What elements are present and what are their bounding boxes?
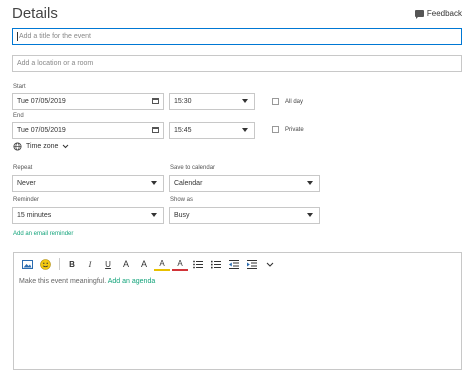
chevron-down-icon (151, 213, 157, 217)
start-label: Start (13, 84, 26, 90)
calendar-icon (152, 127, 159, 133)
highlight-button[interactable]: A (154, 257, 170, 271)
start-time-select[interactable]: 15:30 (169, 93, 255, 110)
font-size-button[interactable]: A (118, 256, 134, 272)
show-as-value: Busy (174, 212, 190, 219)
all-day-checkbox[interactable] (272, 98, 279, 105)
private-checkbox[interactable] (272, 126, 279, 133)
end-time-value: 15:45 (174, 127, 192, 134)
editor-placeholder: Make this event meaningful. (19, 278, 107, 285)
reminder-select[interactable]: 15 minutes (12, 207, 164, 224)
start-time-value: 15:30 (174, 98, 192, 105)
editor-body-text: Make this event meaningful. Add an agend… (19, 278, 155, 285)
grow-font-button[interactable]: A (136, 256, 152, 272)
event-body-editor[interactable]: B I U A A A A Make this event meaningful… (13, 252, 462, 370)
text-caret (17, 32, 18, 41)
insert-image-button[interactable] (19, 256, 35, 272)
font-color-button[interactable]: A (172, 257, 188, 271)
decrease-indent-button[interactable] (226, 256, 242, 272)
repeat-label: Repeat (13, 165, 33, 171)
time-zone-label: Time zone (26, 143, 59, 150)
outdent-icon (229, 259, 239, 269)
feedback-label: Feedback (426, 9, 462, 18)
increase-indent-button[interactable] (244, 256, 260, 272)
emoji-icon (39, 258, 51, 270)
insert-emoji-button[interactable] (37, 256, 53, 272)
all-day-label: All day (285, 99, 304, 105)
show-as-select[interactable]: Busy (169, 207, 320, 224)
reminder-value: 15 minutes (17, 212, 52, 219)
end-time-select[interactable]: 15:45 (169, 122, 255, 139)
event-title-placeholder: Add a title for the event (19, 33, 91, 40)
chevron-down-icon (307, 181, 313, 185)
globe-icon (13, 142, 22, 151)
chevron-down-icon (63, 144, 69, 149)
underline-button[interactable]: U (100, 256, 116, 272)
italic-button[interactable]: I (82, 256, 98, 272)
toolbar-divider (59, 258, 60, 270)
repeat-value: Never (17, 180, 36, 187)
editor-toolbar: B I U A A A A (14, 253, 461, 275)
end-date-picker[interactable]: Tue 07/05/2019 (12, 122, 164, 139)
end-date-value: Tue 07/05/2019 (17, 127, 66, 134)
save-to-calendar-select[interactable]: Calendar (169, 175, 320, 192)
chevron-down-icon (242, 99, 248, 103)
page-title: Details (12, 5, 58, 22)
show-as-label: Show as (170, 197, 194, 203)
image-icon (21, 259, 33, 269)
numbered-list-button[interactable] (208, 256, 224, 272)
chevron-down-icon (151, 181, 157, 185)
reminder-label: Reminder (13, 197, 40, 203)
numbered-list-icon (211, 260, 221, 268)
start-date-value: Tue 07/05/2019 (17, 98, 66, 105)
end-label: End (13, 113, 24, 119)
bold-button[interactable]: B (64, 256, 80, 272)
more-formatting-button[interactable] (262, 256, 278, 272)
repeat-select[interactable]: Never (12, 175, 164, 192)
feedback-icon (414, 10, 424, 19)
save-to-calendar-value: Calendar (174, 180, 203, 187)
location-input[interactable]: Add a location or a room (12, 55, 462, 72)
chevron-down-icon (242, 128, 248, 132)
indent-icon (247, 259, 257, 269)
save-to-calendar-label: Save to calendar (170, 165, 216, 171)
time-zone-toggle[interactable]: Time zone (13, 142, 69, 151)
event-title-input[interactable]: Add a title for the event (12, 28, 462, 45)
add-email-reminder-link[interactable]: Add an email reminder (13, 231, 73, 237)
start-date-picker[interactable]: Tue 07/05/2019 (12, 93, 164, 110)
location-placeholder: Add a location or a room (17, 60, 94, 67)
feedback-button[interactable]: Feedback (414, 9, 462, 19)
bullet-list-button[interactable] (190, 256, 206, 272)
bullet-list-icon (193, 260, 203, 268)
add-agenda-link[interactable]: Add an agenda (108, 278, 156, 285)
calendar-icon (152, 98, 159, 104)
private-label: Private (285, 127, 304, 133)
chevron-down-icon (266, 262, 274, 267)
chevron-down-icon (307, 213, 313, 217)
